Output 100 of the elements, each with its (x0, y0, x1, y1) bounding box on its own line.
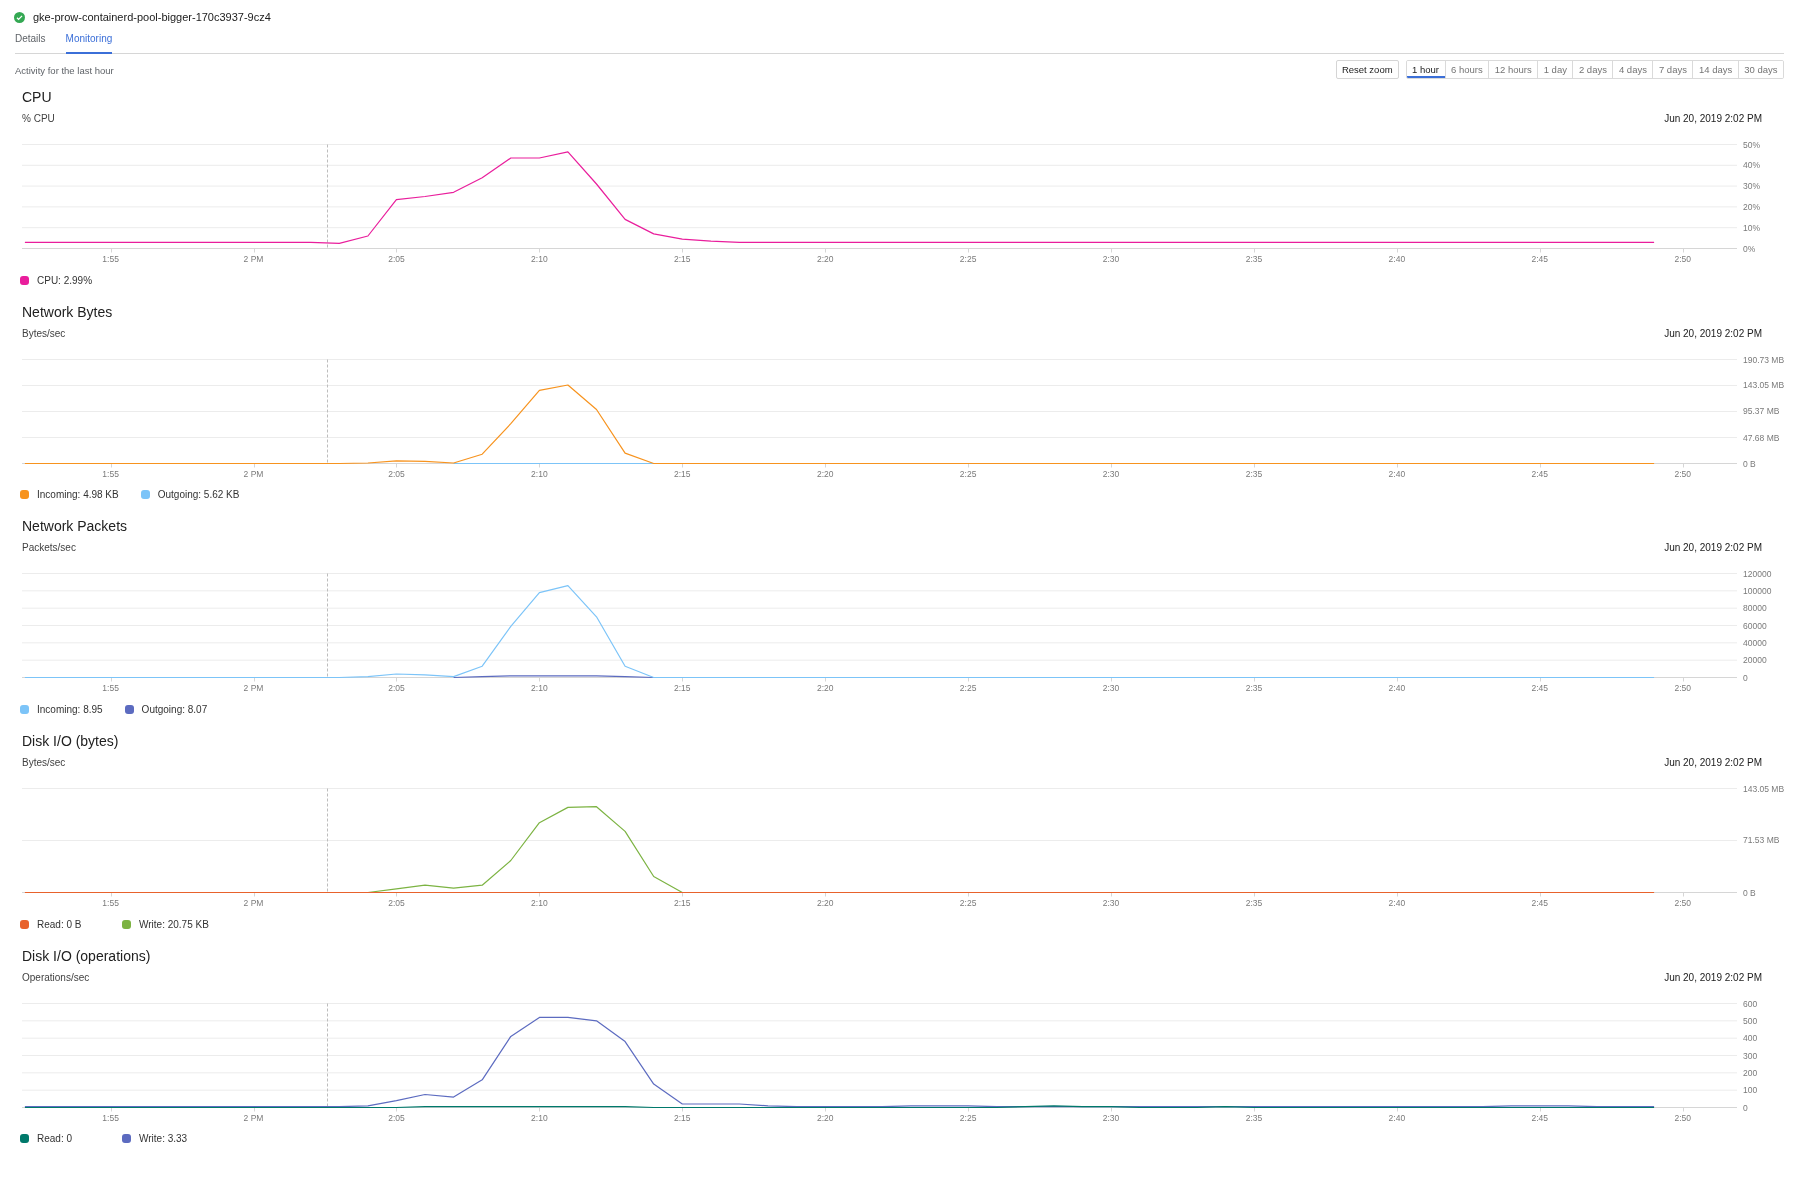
reset-zoom-button[interactable]: Reset zoom (1335, 60, 1399, 79)
x-axis-label: 1:55 (102, 897, 119, 908)
y-axis-label: 500 (1743, 1015, 1758, 1026)
x-axis-label: 2:15 (674, 1112, 691, 1123)
unit-label: Bytes/sec (22, 756, 66, 771)
legend-label: Read: 0 B (37, 918, 82, 930)
chart-title: Network Bytes (22, 302, 113, 321)
x-axis-label: 2:10 (531, 253, 548, 264)
x-axis-label: 2:25 (959, 253, 977, 264)
y-axis-label: 30% (1743, 181, 1760, 192)
x-axis-label: 2:40 (1388, 897, 1406, 908)
x-axis-label: 2 PM (243, 468, 264, 479)
activity-label: Activity for the last hour (15, 64, 114, 78)
x-axis-label: 2:45 (1531, 897, 1549, 908)
y-axis-label: 300 (1743, 1050, 1758, 1061)
y-axis-label: 0% (1743, 243, 1756, 254)
y-axis-label: 20% (1743, 201, 1760, 212)
y-axis-label: 40000 (1743, 638, 1767, 649)
x-axis-label: 2:50 (1674, 253, 1691, 264)
y-axis-label: 120000 (1743, 568, 1772, 579)
legend-label: Outgoing: 5.62 KB (157, 489, 240, 501)
x-axis-label: 2:20 (816, 468, 834, 479)
x-axis-label: 2:30 (1102, 1112, 1120, 1123)
y-axis-label: 50% (1743, 139, 1760, 150)
y-axis-label: 100000 (1743, 586, 1772, 597)
y-axis-label: 40% (1743, 160, 1760, 171)
legend-label: Incoming: 8.95 (37, 703, 103, 715)
y-axis-label: 0 (1743, 672, 1748, 683)
timestamp: Jun 20, 2019 2:02 PM (1664, 756, 1762, 771)
x-axis-label: 2:05 (388, 468, 405, 479)
time-range-button[interactable]: 1 hour (1406, 61, 1445, 78)
time-range-button[interactable]: 30 days (1737, 61, 1783, 78)
legend-label: Read: 0 (37, 1133, 73, 1145)
x-axis-label: 2:10 (531, 468, 548, 479)
x-axis-label: 2:50 (1674, 682, 1691, 693)
unit-label: Operations/sec (22, 970, 90, 985)
x-axis-label: 2:30 (1102, 682, 1120, 693)
x-axis-label: 2:10 (531, 682, 548, 693)
timestamp: Jun 20, 2019 2:02 PM (1664, 326, 1762, 341)
x-axis-label: 2:20 (816, 253, 834, 264)
y-axis-label: 20000 (1743, 655, 1767, 666)
timestamp: Jun 20, 2019 2:02 PM (1664, 541, 1762, 556)
chart-title: Network Packets (22, 517, 128, 536)
x-axis-label: 2:25 (959, 1112, 977, 1123)
tab[interactable]: Details (15, 31, 46, 54)
legend-label: Outgoing: 8.07 (141, 703, 208, 715)
x-axis-label: 2:10 (531, 897, 548, 908)
x-axis-label: 2:15 (674, 468, 691, 479)
y-axis-label: 0 B (1743, 458, 1756, 469)
x-axis-label: 2:20 (816, 682, 834, 693)
x-axis-label: 1:55 (102, 253, 119, 264)
y-axis-label: 0 (1743, 1102, 1748, 1113)
x-axis-label: 2:05 (388, 253, 405, 264)
x-axis-label: 2:35 (1245, 1112, 1263, 1123)
x-axis-label: 2:35 (1245, 897, 1263, 908)
x-axis-label: 2 PM (243, 1112, 264, 1123)
y-axis-label: 0 B (1743, 887, 1756, 898)
unit-label: Bytes/sec (22, 326, 66, 341)
legend-label: Write: 3.33 (139, 1133, 188, 1145)
y-axis-label: 143.05 MB (1743, 783, 1785, 794)
tab[interactable]: Monitoring (65, 31, 113, 54)
unit-label: % CPU (22, 112, 55, 126)
x-axis-label: 2:25 (959, 682, 977, 693)
chart-title: Disk I/O (operations) (22, 946, 151, 965)
x-axis-label: 2:50 (1674, 897, 1691, 908)
timestamp: Jun 20, 2019 2:02 PM (1664, 970, 1762, 985)
x-axis-label: 2:45 (1531, 253, 1549, 264)
x-axis-label: 1:55 (102, 1112, 119, 1123)
x-axis-label: 2:35 (1245, 468, 1263, 479)
legend-label: CPU: 2.99% (37, 274, 93, 286)
x-axis-label: 2:50 (1674, 468, 1691, 479)
x-axis-label: 2:15 (674, 253, 691, 264)
legend-label: Incoming: 4.98 KB (37, 489, 119, 501)
x-axis-label: 2:45 (1531, 682, 1549, 693)
x-axis-label: 2:15 (674, 682, 691, 693)
page-title: gke-prow-containerd-pool-bigger-170c3937-9cz4 (33, 11, 271, 23)
x-axis-label: 2:25 (959, 468, 977, 479)
y-axis-label: 80000 (1743, 603, 1767, 614)
x-axis-label: 2 PM (243, 682, 264, 693)
x-axis-label: 2:30 (1102, 468, 1120, 479)
x-axis-label: 2:45 (1531, 468, 1549, 479)
legend-label: Write: 20.75 KB (139, 918, 209, 930)
x-axis-label: 2:35 (1245, 253, 1263, 264)
y-axis-label: 47.68 MB (1743, 432, 1780, 443)
x-axis-label: 2:35 (1245, 682, 1263, 693)
x-axis-label: 2:40 (1388, 253, 1406, 264)
y-axis-label: 400 (1743, 1032, 1758, 1043)
x-axis-label: 2:20 (816, 897, 834, 908)
x-axis-label: 2:50 (1674, 1112, 1691, 1123)
y-axis-label: 600 (1743, 998, 1758, 1009)
y-axis-label: 100 (1743, 1084, 1758, 1095)
x-axis-label: 2:20 (816, 1112, 834, 1123)
y-axis-label: 60000 (1743, 620, 1767, 631)
x-axis-label: 2:40 (1388, 1112, 1406, 1123)
x-axis-label: 2 PM (243, 253, 264, 264)
x-axis-label: 2:45 (1531, 1112, 1549, 1123)
x-axis-label: 2:05 (388, 1112, 405, 1123)
y-axis-label: 190.73 MB (1743, 354, 1785, 365)
x-axis-label: 2:15 (674, 897, 691, 908)
x-axis-label: 2:05 (388, 897, 405, 908)
